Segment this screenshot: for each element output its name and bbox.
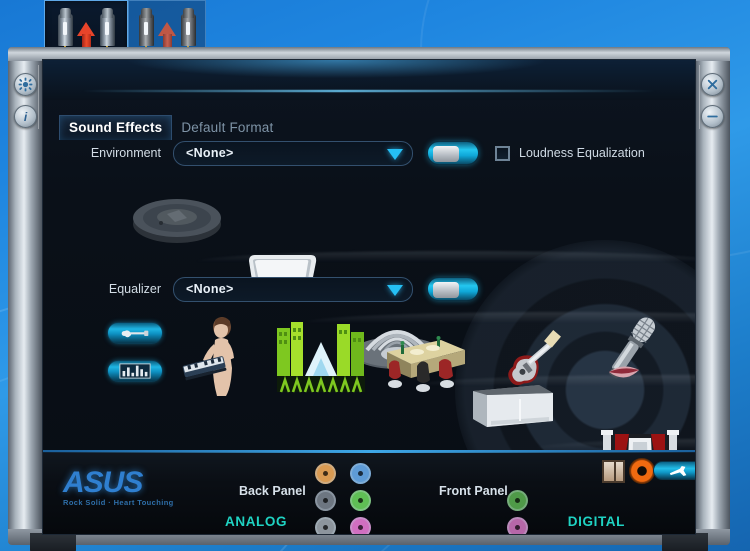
close-icon [707,79,718,90]
environment-value: <None> [186,146,234,160]
settings-button[interactable] [14,73,37,96]
equalizer-preset-row: Karaoke +0 [43,316,695,408]
toggle-knob [433,282,459,298]
asus-tagline: Rock Solid · Heart Touching [63,498,174,507]
frame-groove [699,65,700,129]
loudness-equalization-label: Loudness Equalization [519,146,645,160]
chevron-down-icon [387,284,403,296]
info-button[interactable]: i [14,105,37,128]
jack-orange[interactable] [315,463,336,484]
environment-toggle[interactable] [427,141,479,165]
concert-icon [277,322,365,393]
front-panel-label: Front Panel [439,484,508,498]
sound-effects-content: Environment <None> Loudness Equalization [43,138,695,490]
window-foot-right [662,533,708,551]
jack-pink[interactable] [350,517,371,534]
panel-top-glow [43,60,695,100]
tab-bar: Sound Effects Default Format [59,115,282,140]
close-button[interactable] [701,73,724,96]
minimize-icon [707,115,718,118]
environment-preset-row [43,182,695,490]
desktop-background: i Sound Effects Default Format Environme… [0,0,750,551]
minimize-button[interactable] [701,105,724,128]
club-icon [387,336,465,392]
digital-label: DIGITAL [567,514,625,529]
info-icon: i [23,109,28,124]
keyboard-player-icon [182,317,234,396]
jack-front-green[interactable] [507,490,528,511]
gear-icon [18,77,33,92]
stone-room-icon [133,199,221,243]
jack-blue[interactable] [350,463,371,484]
environment-dropdown[interactable]: <None> [173,140,413,166]
connector-status-bar: ASUS Rock Solid · Heart Touching Back Pa… [43,450,695,534]
jack-gray[interactable] [315,490,336,511]
jack-green[interactable] [350,490,371,511]
record-icon[interactable] [629,458,655,484]
analog-label: ANALOG [225,514,288,529]
chevron-down-icon [387,148,403,160]
tab-label: Sound Effects [69,120,163,135]
preset-button-bars[interactable] [107,360,163,382]
equalizer-dropdown[interactable]: <None> [173,276,413,302]
preset-button-guitar[interactable] [107,322,163,344]
preset-keyboard-player[interactable] [181,316,255,403]
environment-label: Environment [90,146,161,160]
loudness-equalization-checkbox[interactable] [495,145,510,161]
tab-sound-effects[interactable]: Sound Effects [59,115,173,140]
preset-concert[interactable] [275,320,367,401]
wrench-icon [669,465,687,476]
asus-wordmark: ASUS [63,466,143,499]
tab-default-format[interactable]: Default Format [172,116,282,140]
jack-silver[interactable] [315,517,336,534]
preset-stone-room[interactable] [131,190,695,251]
tab-label: Default Format [181,120,274,135]
preset-microphone[interactable] [581,310,677,401]
back-panel-label: Back Panel [239,484,306,498]
environment-row: Environment <None> Loudness Equalization [61,138,695,168]
main-panel: Sound Effects Default Format Environment… [42,59,696,535]
tool-wrench-button[interactable] [653,461,695,480]
guitar-icon [121,329,149,337]
preset-club[interactable] [381,330,469,399]
equalizer-label: Equalizer [108,282,161,296]
asus-logo: ASUS Rock Solid · Heart Touching [63,466,183,507]
audio-manager-window: i Sound Effects Default Format Environme… [8,47,730,551]
equalizer-bars-icon [119,363,151,379]
microphone-icon [609,317,656,379]
preset-guitar[interactable] [495,320,573,403]
electric-guitar-icon [508,330,561,386]
frame-groove [38,65,39,129]
equalizer-toggle[interactable] [427,277,479,301]
jack-front-pink[interactable] [507,517,528,534]
toggle-knob [433,146,459,162]
manual-book-icon[interactable] [602,460,625,483]
window-foot-left [30,533,76,551]
equalizer-value: <None> [186,282,234,296]
